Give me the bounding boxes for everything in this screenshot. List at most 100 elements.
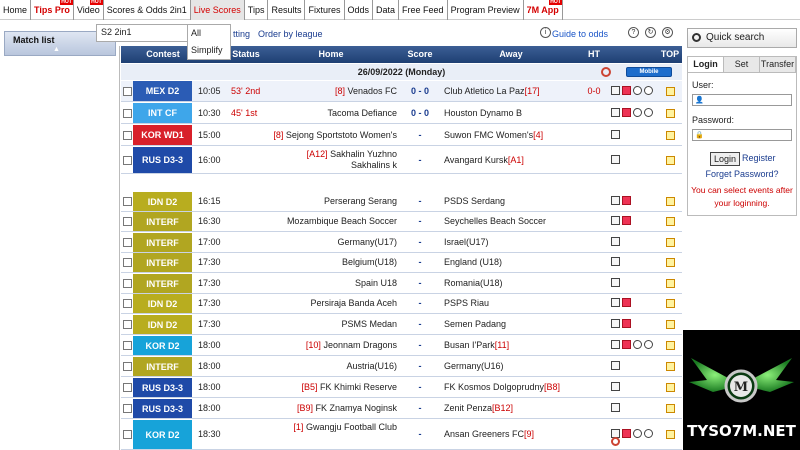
contest-badge[interactable]: KOR WD1 (133, 125, 192, 145)
nav-odds[interactable]: Odds (345, 0, 374, 20)
match-checkbox[interactable] (123, 404, 132, 413)
mobile-button[interactable]: Mobile (626, 67, 672, 77)
home-team[interactable]: [1] Gwangju Football Club (269, 422, 397, 433)
table-row[interactable]: INTERF 16:30 Mozambique Beach Soccer - S… (121, 212, 682, 232)
zoom-icon[interactable] (611, 437, 620, 446)
live-menu-item-simplify[interactable]: Simplify (188, 42, 230, 59)
quick-search-button[interactable]: Quick search (687, 28, 797, 48)
ball-icon[interactable] (644, 429, 653, 438)
match-checkbox[interactable] (123, 238, 132, 247)
table-row[interactable]: KOR WD1 15:00 [8] Sejong Sportstoto Wome… (121, 125, 682, 146)
match-score[interactable]: 0 - 0 (406, 86, 434, 96)
table-row[interactable]: KOR D2 18:00 [10] Jeonnam Dragons - Busa… (121, 336, 682, 356)
stats-icon[interactable] (611, 155, 620, 164)
table-row[interactable]: INTERF 17:30 Spain U18 - Romania(U18) (121, 274, 682, 294)
pin-top-icon[interactable] (666, 238, 675, 247)
order-by-league-link[interactable]: Order by league (258, 29, 323, 39)
home-team[interactable]: Persiraja Banda Aceh (269, 298, 397, 309)
away-team[interactable]: England (U18) (444, 257, 574, 267)
away-team[interactable]: Club Atletico La Paz[17] (444, 86, 574, 96)
stats-icon[interactable] (611, 298, 620, 307)
match-score[interactable]: - (406, 257, 434, 267)
home-team[interactable]: [B5] FK Khimki Reserve (269, 382, 397, 393)
pin-top-icon[interactable] (666, 404, 675, 413)
table-row[interactable]: IDN D2 17:30 Persiraja Banda Aceh - PSPS… (121, 294, 682, 314)
contest-badge[interactable]: IDN D2 (133, 192, 192, 211)
pin-top-icon[interactable] (666, 217, 675, 226)
stats-icon[interactable] (611, 340, 620, 349)
match-score[interactable]: - (406, 155, 434, 165)
pin-top-icon[interactable] (666, 299, 675, 308)
match-score[interactable]: - (406, 216, 434, 226)
home-team[interactable]: [8] Sejong Sportstoto Women's (269, 130, 397, 141)
match-score[interactable]: - (406, 130, 434, 140)
tab-set[interactable]: Set (724, 57, 760, 72)
table-row[interactable]: MEX D2 10:05 53' 2nd [8] Venados FC 0 - … (121, 81, 682, 102)
stats-icon[interactable] (611, 278, 620, 287)
analysis-icon[interactable] (622, 429, 631, 438)
nav-video[interactable]: Video HOT (74, 0, 104, 20)
nav-program-preview[interactable]: Program Preview (448, 0, 524, 20)
ball-icon[interactable] (644, 86, 653, 95)
pin-top-icon[interactable] (666, 258, 675, 267)
stats-icon[interactable] (611, 86, 620, 95)
forgot-password-link[interactable]: Forget Password? (688, 169, 796, 179)
setting-link[interactable]: tting (233, 29, 250, 39)
nav-tips-pro[interactable]: Tips Pro HOT (31, 0, 74, 20)
pin-top-icon[interactable] (666, 131, 675, 140)
pin-top-icon[interactable] (666, 197, 675, 206)
match-score[interactable]: 0 - 0 (406, 108, 434, 118)
match-score[interactable]: - (406, 429, 434, 439)
pin-top-icon[interactable] (666, 87, 675, 96)
analysis-icon[interactable] (622, 86, 631, 95)
away-team[interactable]: Seychelles Beach Soccer (444, 216, 574, 226)
pin-top-icon[interactable] (666, 341, 675, 350)
pin-top-icon[interactable] (666, 279, 675, 288)
match-score[interactable]: - (406, 340, 434, 350)
nav-free-feed[interactable]: Free Feed (399, 0, 448, 20)
away-team[interactable]: Avangard Kursk[A1] (444, 155, 574, 165)
match-checkbox[interactable] (123, 279, 132, 288)
table-row[interactable]: RUS D3-3 18:00 [B5] FK Khimki Reserve - … (121, 378, 682, 398)
collapse-arrow-icon[interactable]: ▲ (53, 46, 60, 53)
match-checkbox[interactable] (123, 299, 132, 308)
match-checkbox[interactable] (123, 217, 132, 226)
away-team[interactable]: Zenit Penza[B12] (444, 403, 574, 413)
away-team[interactable]: Romania(U18) (444, 278, 574, 288)
away-team[interactable]: PSDS Serdang (444, 196, 574, 206)
ball-icon[interactable] (644, 108, 653, 117)
contest-badge[interactable]: MEX D2 (133, 81, 192, 101)
zoom-icon[interactable] (601, 67, 611, 77)
match-score[interactable]: - (406, 278, 434, 288)
home-team[interactable]: Perserang Serang (269, 196, 397, 207)
contest-badge[interactable]: RUS D3-3 (133, 399, 192, 418)
refresh-icon[interactable]: ↻ (645, 27, 656, 38)
table-row[interactable]: RUS D3-3 18:00 [B9] FK Znamya Noginsk - … (121, 399, 682, 419)
contest-badge[interactable]: INTERF (133, 212, 192, 231)
stats-icon[interactable] (611, 382, 620, 391)
register-link[interactable]: Register (742, 153, 776, 163)
stats-icon[interactable] (611, 237, 620, 246)
help-icon[interactable]: ? (628, 27, 639, 38)
analysis-icon[interactable] (622, 298, 631, 307)
login-button[interactable]: Login (710, 152, 741, 166)
live-menu-item-all[interactable]: All (188, 25, 230, 42)
home-team[interactable]: [8] Venados FC (269, 86, 397, 97)
stats-icon[interactable] (611, 216, 620, 225)
away-team[interactable]: Germany(U16) (444, 361, 574, 371)
match-checkbox[interactable] (123, 87, 132, 96)
home-team[interactable]: Germany(U17) (269, 237, 397, 248)
user-input[interactable]: 👤 (692, 94, 792, 106)
contest-badge[interactable]: RUS D3-3 (133, 147, 192, 173)
table-row[interactable]: INTERF 17:00 Germany(U17) - Israel(U17) (121, 233, 682, 253)
analysis-icon[interactable] (622, 216, 631, 225)
nav-data[interactable]: Data (373, 0, 400, 20)
home-team[interactable]: Austria(U16) (269, 361, 397, 372)
match-checkbox[interactable] (123, 131, 132, 140)
match-checkbox[interactable] (123, 430, 132, 439)
pin-top-icon[interactable] (666, 430, 675, 439)
tab-transfer[interactable]: Transfer (760, 57, 796, 72)
stats-icon[interactable] (611, 130, 620, 139)
table-row[interactable]: IDN D2 17:30 PSMS Medan - Semen Padang (121, 315, 682, 335)
match-score[interactable]: - (406, 298, 434, 308)
